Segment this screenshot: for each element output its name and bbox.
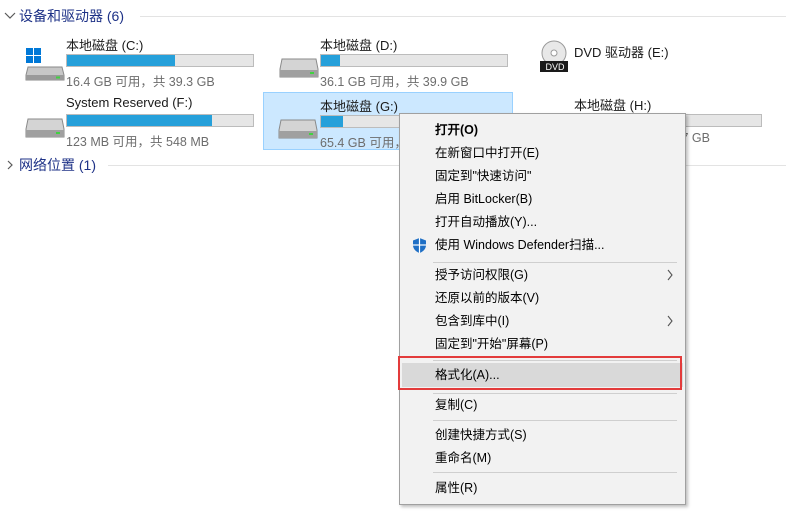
menu-item-pin-start[interactable]: 固定到"开始"屏幕(P) bbox=[402, 333, 683, 355]
context-menu: 打开(O) 在新窗口中打开(E) 固定到"快速访问" 启用 BitLocker(… bbox=[399, 113, 686, 505]
menu-item-label: 包含到库中(I) bbox=[435, 314, 510, 328]
drive-size: 16.4 GB 可用，共 39.3 GB bbox=[66, 75, 215, 89]
format-highlight-box bbox=[398, 356, 682, 390]
drive-e-dvd[interactable]: DVD DVD 驱动器 (E:) bbox=[518, 33, 768, 89]
capacity-bar bbox=[320, 54, 508, 67]
menu-item-open-autoplay[interactable]: 打开自动播放(Y)... bbox=[402, 211, 683, 233]
menu-item-copy[interactable]: 复制(C) bbox=[402, 394, 683, 416]
menu-item-include-library[interactable]: 包含到库中(I) bbox=[402, 310, 683, 332]
drive-size: 123 MB 可用，共 548 MB bbox=[66, 135, 210, 149]
group-divider bbox=[140, 16, 786, 17]
menu-item-create-shortcut[interactable]: 创建快捷方式(S) bbox=[402, 424, 683, 446]
menu-item-open[interactable]: 打开(O) bbox=[402, 119, 683, 141]
menu-separator bbox=[433, 420, 677, 421]
hard-drive-icon bbox=[25, 118, 65, 138]
submenu-arrow-icon bbox=[667, 315, 673, 327]
drive-name: 本地磁盘 (C:) bbox=[66, 38, 144, 53]
drive-d[interactable]: 本地磁盘 (D:) 36.1 GB 可用，共 39.9 GB bbox=[264, 33, 514, 89]
hard-drive-icon bbox=[279, 58, 319, 78]
capacity-bar bbox=[66, 54, 254, 67]
drive-size: 65.4 GB 可用， bbox=[320, 136, 407, 150]
drive-c[interactable]: 本地磁盘 (C:) 16.4 GB 可用，共 39.3 GB bbox=[10, 33, 260, 89]
menu-item-pin-quick-access[interactable]: 固定到"快速访问" bbox=[402, 165, 683, 187]
chevron-right-icon[interactable] bbox=[3, 158, 17, 172]
menu-item-restore-versions[interactable]: 还原以前的版本(V) bbox=[402, 287, 683, 309]
menu-item-properties[interactable]: 属性(R) bbox=[402, 477, 683, 499]
drive-name: 本地磁盘 (H:) bbox=[574, 98, 652, 113]
menu-separator bbox=[433, 262, 677, 263]
devices-group-label: 设备和驱动器 (6) bbox=[19, 8, 124, 24]
drive-name: 本地磁盘 (D:) bbox=[320, 38, 398, 53]
menu-item-label: 授予访问权限(G) bbox=[435, 268, 529, 282]
menu-item-open-new-window[interactable]: 在新窗口中打开(E) bbox=[402, 142, 683, 164]
menu-item-defender-scan[interactable]: 使用 Windows Defender扫描... bbox=[402, 234, 683, 256]
windows-drive-icon bbox=[25, 48, 65, 81]
capacity-bar-fill bbox=[67, 115, 213, 126]
dvd-badge: DVD bbox=[545, 62, 565, 72]
capacity-bar-fill bbox=[67, 55, 175, 66]
menu-item-rename[interactable]: 重命名(M) bbox=[402, 447, 683, 469]
devices-group-header[interactable]: 设备和驱动器 (6) bbox=[0, 6, 786, 26]
menu-separator bbox=[433, 472, 677, 473]
capacity-bar bbox=[66, 114, 254, 127]
drive-name: 本地磁盘 (G:) bbox=[320, 99, 398, 114]
drive-name: DVD 驱动器 (E:) bbox=[574, 45, 669, 60]
drive-f[interactable]: System Reserved (F:) 123 MB 可用，共 548 MB bbox=[10, 93, 260, 149]
network-group-label: 网络位置 (1) bbox=[19, 157, 96, 173]
capacity-bar-fill bbox=[321, 55, 340, 66]
windows-defender-shield-icon bbox=[413, 238, 426, 253]
chevron-down-icon[interactable] bbox=[3, 9, 17, 23]
drive-name: System Reserved (F:) bbox=[66, 95, 193, 110]
menu-item-give-access[interactable]: 授予访问权限(G) bbox=[402, 264, 683, 286]
drive-size: 36.1 GB 可用，共 39.9 GB bbox=[320, 75, 469, 89]
submenu-arrow-icon bbox=[667, 269, 673, 281]
menu-item-enable-bitlocker[interactable]: 启用 BitLocker(B) bbox=[402, 188, 683, 210]
capacity-bar-fill bbox=[321, 116, 344, 127]
menu-item-label: 使用 Windows Defender扫描... bbox=[435, 238, 605, 252]
hard-drive-icon bbox=[278, 119, 318, 139]
